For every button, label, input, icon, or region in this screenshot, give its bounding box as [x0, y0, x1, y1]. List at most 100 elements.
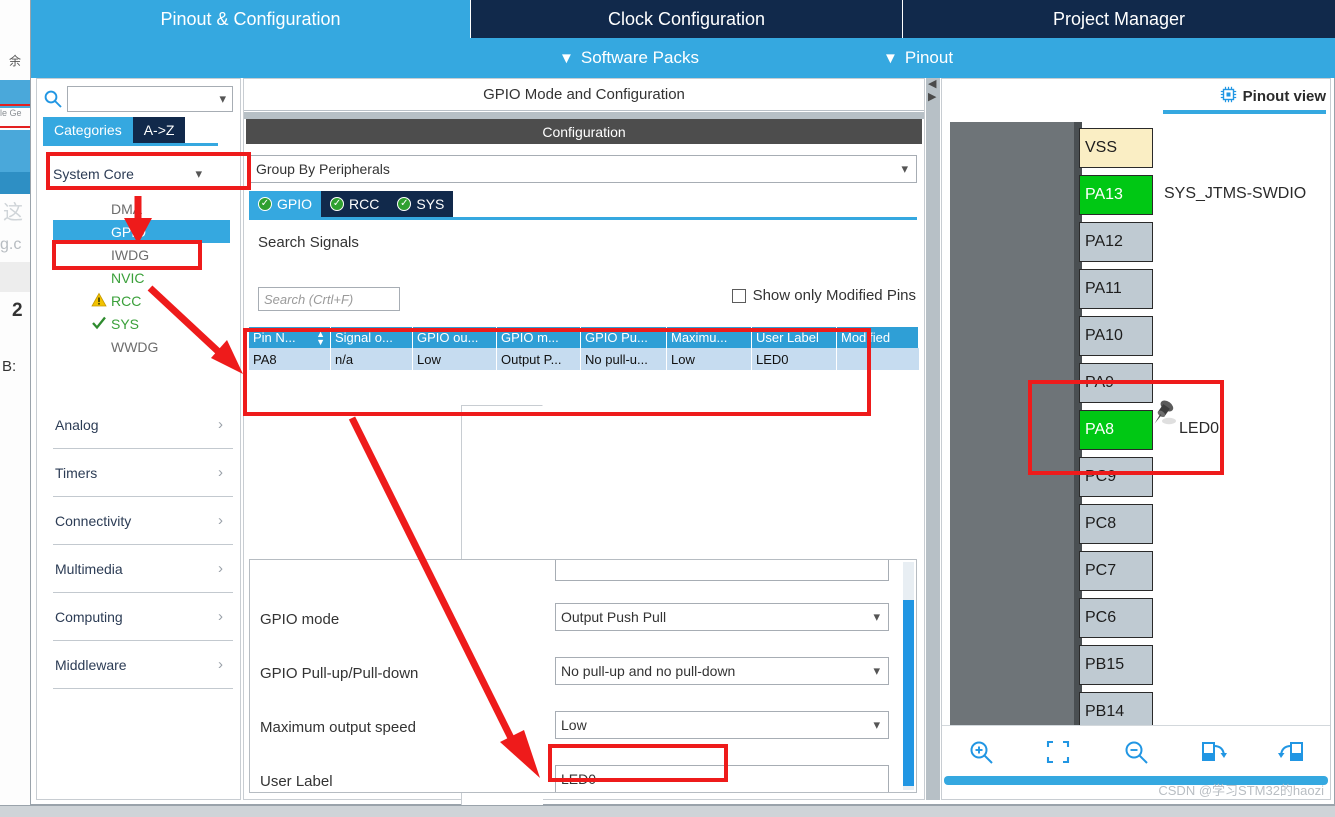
pin-vss[interactable]: VSS	[1079, 128, 1153, 168]
category-analog[interactable]: Analog ›	[53, 401, 233, 449]
menu-pinout-label: Pinout	[904, 48, 954, 67]
column-header-user-label[interactable]: User Label	[752, 327, 837, 348]
panel-collapse-handle[interactable]: ◀ ▶	[926, 78, 940, 800]
zoom-out-icon[interactable]	[1116, 734, 1156, 770]
column-header-gpio-output-label: GPIO ou...	[417, 330, 479, 345]
panel-divider	[244, 112, 924, 119]
menu-pinout[interactable]: ▼ Pinout	[883, 38, 953, 78]
tab-rcc[interactable]: ✓ RCC	[321, 191, 389, 217]
category-middleware-label: Middleware	[55, 656, 127, 673]
sidebar-search-input[interactable]: ▾	[67, 86, 233, 112]
pin-pa11[interactable]: PA11	[1079, 269, 1153, 309]
tab-pinout-configuration[interactable]: Pinout & Configuration	[31, 0, 471, 38]
cubemx-window: Pinout & Configuration Clock Configurati…	[30, 0, 1335, 817]
rotate-left-icon[interactable]	[1271, 734, 1311, 770]
menu-software-packs-label: Software Packs	[580, 48, 699, 67]
column-header-gpio-output[interactable]: GPIO ou...	[413, 327, 497, 348]
zoom-in-icon[interactable]	[961, 734, 1001, 770]
column-header-gpio-pull[interactable]: GPIO Pu...	[581, 327, 667, 348]
form-select-max-speed[interactable]: Low ▾	[555, 711, 889, 739]
pin-pc7[interactable]: PC7	[1079, 551, 1153, 591]
tab-categories[interactable]: Categories	[43, 117, 133, 143]
pin-pc6[interactable]: PC6	[1079, 598, 1153, 638]
form-input-user-label[interactable]: LED0	[555, 765, 889, 792]
category-groups: Analog › Timers › Connectivity › Multime…	[53, 401, 233, 689]
form-select-gpio-mode[interactable]: Output Push Pull ▾	[555, 603, 889, 631]
form-scrollbar-thumb[interactable]	[903, 600, 914, 786]
pin-pa13-label: PA13	[1085, 186, 1123, 203]
sidebar-item-rcc[interactable]: RCC	[53, 289, 230, 312]
chevron-down-icon[interactable]: ▾	[219, 91, 226, 107]
cell-user-label: LED0	[752, 348, 837, 370]
form-row-partial-above[interactable]	[555, 560, 889, 581]
category-system-core[interactable]: System Core ▾	[53, 159, 230, 189]
category-multimedia-label: Multimedia	[55, 560, 123, 577]
pin-pa12[interactable]: PA12	[1079, 222, 1153, 262]
check-circle-icon: ✓	[258, 197, 272, 211]
table-row[interactable]: PA8 n/a Low Output P... No pull-u... Low…	[249, 348, 919, 817]
fit-screen-icon[interactable]	[1038, 734, 1078, 770]
sidebar-item-dma-label: DMA	[111, 200, 143, 217]
category-connectivity-label: Connectivity	[55, 512, 132, 529]
chevron-down-icon: ▾	[873, 717, 880, 732]
sidebar-item-sys-label: SYS	[111, 315, 140, 332]
pin-table-header: Pin N... ▲ ▼ Signal o... GPIO ou... GPIO …	[249, 327, 919, 348]
tab-sys[interactable]: ✓ SYS	[388, 191, 454, 217]
sidebar-item-nvic[interactable]: NVIC	[53, 266, 230, 289]
show-modified-pins-checkbox-row[interactable]: Show only Modified Pins	[731, 287, 916, 304]
tab-sys-label: SYS	[416, 196, 445, 212]
pin-pa8[interactable]: PA8	[1079, 410, 1153, 450]
tab-project-manager[interactable]: Project Manager	[903, 0, 1335, 38]
watermark: CSDN @学习STM32的haozi	[1158, 783, 1324, 798]
column-header-signal[interactable]: Signal o...	[331, 327, 413, 348]
sidebar-item-iwdg[interactable]: IWDG	[53, 243, 230, 266]
category-timers[interactable]: Timers ›	[53, 449, 233, 497]
pin-pa10[interactable]: PA10	[1079, 316, 1153, 356]
pin-pc9[interactable]: PC9	[1079, 457, 1153, 497]
category-computing[interactable]: Computing ›	[53, 593, 233, 641]
configuration-panel: GPIO Mode and Configuration Configuratio…	[243, 78, 925, 817]
chip-diagram[interactable]: VSS PA13 PA12 PA11 PA10 PA9 PA8 PC9 PC8 …	[942, 122, 1330, 759]
collapse-right-icon[interactable]: ▶	[928, 92, 936, 103]
menu-software-packs[interactable]: ▼ Software Packs	[559, 38, 699, 78]
tab-a-to-z[interactable]: A->Z	[132, 117, 186, 143]
bg-fragment-1: le Ge	[0, 108, 22, 118]
pin-pb15[interactable]: PB15	[1079, 645, 1153, 685]
checkbox-icon[interactable]	[731, 288, 746, 303]
pushpin-icon	[1145, 396, 1179, 430]
column-header-maximum-speed-label: Maximu...	[671, 330, 728, 345]
column-header-pin-name[interactable]: Pin N... ▲ ▼	[249, 327, 331, 348]
pin-pb15-label: PB15	[1085, 656, 1125, 673]
group-by-select[interactable]: Group By Peripherals ▾	[249, 155, 917, 183]
form-select-gpio-pull[interactable]: No pull-up and no pull-down ▾	[555, 657, 889, 685]
sidebar-item-dma[interactable]: DMA	[53, 197, 230, 220]
tab-a-to-z-label: A->Z	[143, 122, 175, 138]
group-by-select-value: Group By Peripherals	[256, 161, 390, 177]
tab-pinout-view[interactable]: Pinout view	[1220, 83, 1326, 109]
chip-body	[950, 122, 1074, 759]
tab-clock-configuration[interactable]: Clock Configuration	[471, 0, 903, 38]
column-header-user-label-label: User Label	[756, 330, 819, 345]
cell-gpio-pull: No pull-u...	[581, 348, 667, 370]
category-middleware[interactable]: Middleware ›	[53, 641, 233, 689]
category-connectivity[interactable]: Connectivity ›	[53, 497, 233, 545]
sidebar-item-sys[interactable]: SYS	[53, 312, 230, 335]
column-header-modified[interactable]: Modified	[837, 327, 919, 348]
collapse-left-icon[interactable]: ◀	[928, 79, 936, 90]
sidebar-item-wwdg[interactable]: WWDG	[53, 335, 230, 358]
form-input-user-label-value: LED0	[561, 771, 597, 787]
tab-gpio[interactable]: ✓ GPIO	[249, 191, 322, 217]
category-multimedia[interactable]: Multimedia ›	[53, 545, 233, 593]
pin-pa13[interactable]: PA13	[1079, 175, 1153, 215]
pin-pc8[interactable]: PC8	[1079, 504, 1153, 544]
form-select-gpio-mode-value: Output Push Pull	[561, 609, 667, 625]
panel-title: GPIO Mode and Configuration	[244, 79, 924, 111]
sidebar-item-gpio[interactable]: GPIO	[53, 220, 230, 243]
column-header-maximum-speed[interactable]: Maximu...	[667, 327, 752, 348]
pin-pa9[interactable]: PA9	[1079, 363, 1153, 403]
search-signals-input[interactable]: Search (Crtl+F)	[258, 287, 400, 311]
column-header-gpio-mode[interactable]: GPIO m...	[497, 327, 581, 348]
pin-pa12-label: PA12	[1085, 233, 1123, 250]
chevron-down-icon[interactable]: ▾	[195, 166, 202, 182]
rotate-right-icon[interactable]	[1194, 734, 1234, 770]
